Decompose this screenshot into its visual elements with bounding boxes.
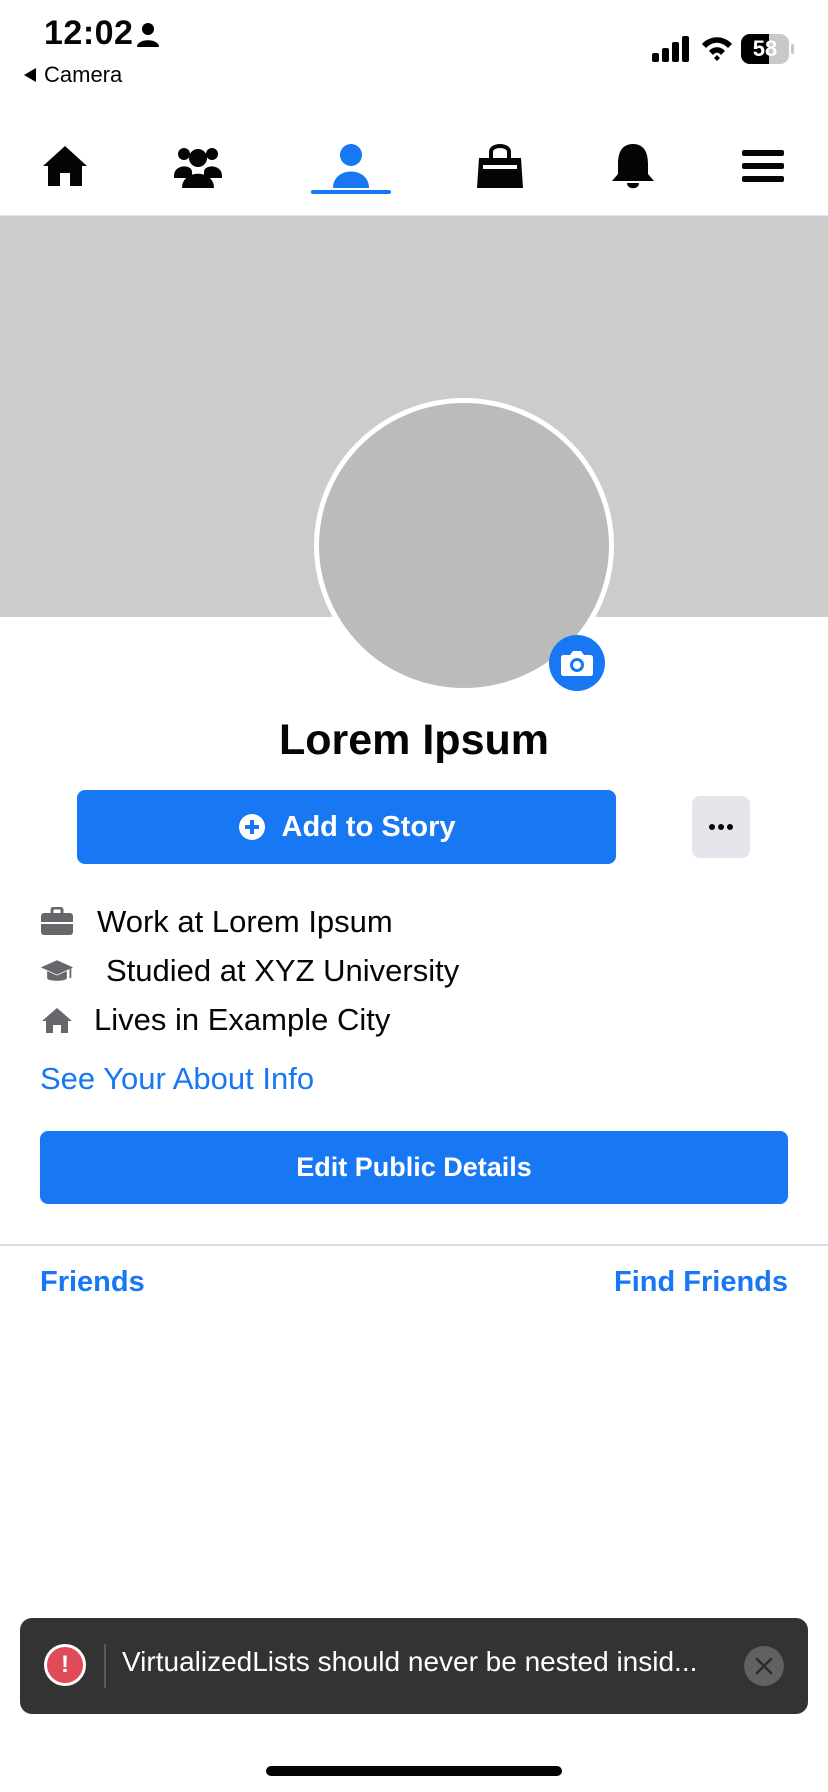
briefcase-icon <box>40 907 74 937</box>
section-divider <box>0 1244 828 1246</box>
tab-friends[interactable] <box>153 136 243 196</box>
tab-home[interactable] <box>20 136 110 196</box>
house-icon <box>40 1005 74 1035</box>
tab-profile[interactable] <box>306 136 396 196</box>
menu-icon <box>742 150 784 182</box>
friends-icon <box>174 148 222 188</box>
more-dots-icon <box>709 824 715 830</box>
back-caret-icon <box>24 68 36 82</box>
detail-home-text: Lives in Example City <box>94 1002 391 1037</box>
home-icon <box>43 146 87 186</box>
wifi-icon <box>702 37 732 61</box>
top-tab-bar <box>0 118 828 216</box>
profile-icon <box>333 144 369 188</box>
profile-name: Lorem Ipsum <box>279 716 549 764</box>
detail-work: Work at Lorem Ipsum <box>40 904 393 940</box>
cellular-signal-icon <box>652 36 689 62</box>
see-about-info-link[interactable]: See Your About Info <box>40 1061 314 1097</box>
add-to-story-label: Add to Story <box>281 810 456 843</box>
tab-notifications[interactable] <box>588 136 678 196</box>
detail-home: Lives in Example City <box>40 1002 390 1038</box>
detail-education: Studied at XYZ University <box>40 953 459 989</box>
find-friends-link[interactable]: Find Friends <box>614 1266 788 1299</box>
camera-icon <box>561 651 593 676</box>
friends-section-title[interactable]: Friends <box>40 1266 145 1299</box>
change-profile-picture-button[interactable] <box>549 635 605 691</box>
toast-message: VirtualizedLists should never be nested … <box>122 1646 698 1677</box>
battery-level: 58 <box>752 36 778 61</box>
toast-close-button[interactable] <box>744 1646 784 1686</box>
person-icon <box>137 23 159 47</box>
tab-marketplace[interactable] <box>455 136 545 196</box>
back-to-camera-link[interactable]: Camera <box>24 62 122 88</box>
edit-public-details-button[interactable]: Edit Public Details <box>40 1131 788 1204</box>
notifications-icon <box>612 144 654 189</box>
active-tab-indicator <box>311 190 391 194</box>
detail-work-text: Work at Lorem Ipsum <box>97 904 393 939</box>
error-toast[interactable]: ! VirtualizedLists should never be neste… <box>20 1618 808 1714</box>
marketplace-icon <box>477 144 523 188</box>
battery-indicator: 58 <box>741 34 794 64</box>
home-indicator <box>266 1766 562 1776</box>
tab-menu[interactable] <box>718 136 808 196</box>
more-options-button[interactable] <box>692 796 750 858</box>
detail-education-text: Studied at XYZ University <box>106 953 460 988</box>
plus-circle-icon <box>238 814 265 840</box>
error-icon: ! <box>44 1644 86 1686</box>
toast-separator <box>104 1644 106 1688</box>
graduation-cap-icon <box>40 956 74 986</box>
status-time: 12:02 <box>44 14 134 52</box>
close-icon <box>755 1657 773 1675</box>
back-label: Camera <box>44 62 123 87</box>
add-to-story-button[interactable]: Add to Story <box>77 790 616 864</box>
